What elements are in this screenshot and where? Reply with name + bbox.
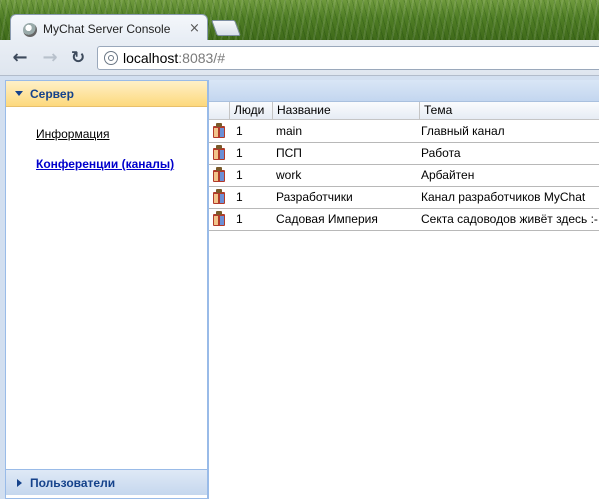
page-icon xyxy=(104,51,118,65)
column-header-name[interactable]: Название xyxy=(272,102,419,119)
sidebar-item-info[interactable]: Информация xyxy=(36,127,109,141)
column-header-people[interactable]: Люди xyxy=(229,102,272,119)
channel-icon xyxy=(212,211,226,227)
channel-icon xyxy=(212,167,226,183)
back-arrow-icon[interactable]: ← xyxy=(9,47,31,69)
cell-name: ПСП xyxy=(276,146,302,160)
table-row[interactable]: 1 Садовая Империя Секта садоводов живёт зд… xyxy=(209,208,599,231)
browser-titlebar: MyChat Server Console × xyxy=(0,0,599,44)
grid-header: Люди Название Тема xyxy=(209,102,599,120)
section-header-server[interactable]: Сервер xyxy=(6,81,207,107)
section-title: Сервер xyxy=(30,87,74,101)
section-header-users[interactable]: Пользователи xyxy=(6,469,207,495)
browser-toolbar: ← → ↻ localhost:8083/# xyxy=(0,40,599,76)
cell-topic: Арбайтен xyxy=(421,168,475,182)
sidebar-item-conferences[interactable]: Конференции (каналы) xyxy=(36,157,174,171)
table-row[interactable]: 1 work Арбайтен xyxy=(209,164,599,187)
forward-arrow-icon[interactable]: → xyxy=(39,47,61,69)
section-body: Информация Конференции (каналы) xyxy=(6,107,207,469)
chevron-down-icon xyxy=(15,91,23,96)
table-row[interactable]: 1 Разработчики Канал разработчиков MyChat xyxy=(209,186,599,209)
app-viewport: Сервер Информация Конференции (каналы) П… xyxy=(0,76,599,499)
globe-icon xyxy=(23,23,37,37)
channels-panel: Люди Название Тема 1 main Главный канал 1 ПС… xyxy=(208,80,599,499)
channel-icon xyxy=(212,145,226,161)
cell-topic: Секта садоводов живёт здесь :- xyxy=(421,212,598,226)
new-tab-button[interactable] xyxy=(211,20,241,36)
cell-people: 1 xyxy=(236,168,243,182)
column-header-topic[interactable]: Тема xyxy=(419,102,599,119)
cell-people: 1 xyxy=(236,124,243,138)
cell-name: work xyxy=(276,168,302,182)
cell-name: Садовая Империя xyxy=(276,212,378,226)
cell-topic: Главный канал xyxy=(421,124,505,138)
tab-title: MyChat Server Console xyxy=(43,22,171,36)
cell-people: 1 xyxy=(236,190,243,204)
address-bar[interactable]: localhost:8083/# xyxy=(97,46,599,70)
reload-icon[interactable]: ↻ xyxy=(67,47,89,69)
sidebar-panel: Сервер Информация Конференции (каналы) П… xyxy=(5,80,208,499)
url-text: localhost:8083/# xyxy=(123,50,225,66)
channel-icon xyxy=(212,189,226,205)
cell-name: Разработчики xyxy=(276,190,353,204)
chevron-right-icon xyxy=(17,479,22,487)
table-row[interactable]: 1 main Главный канал xyxy=(209,120,599,143)
close-icon[interactable]: × xyxy=(189,21,200,36)
section-title: Пользователи xyxy=(30,476,116,490)
channel-icon xyxy=(212,123,226,139)
cell-people: 1 xyxy=(236,212,243,226)
cell-people: 1 xyxy=(236,146,243,160)
cell-name: main xyxy=(276,124,303,138)
cell-topic: Канал разработчиков MyChat xyxy=(421,190,586,204)
table-row[interactable]: 1 ПСП Работа xyxy=(209,142,599,165)
panel-toolbar xyxy=(209,80,599,102)
cell-topic: Работа xyxy=(421,146,461,160)
